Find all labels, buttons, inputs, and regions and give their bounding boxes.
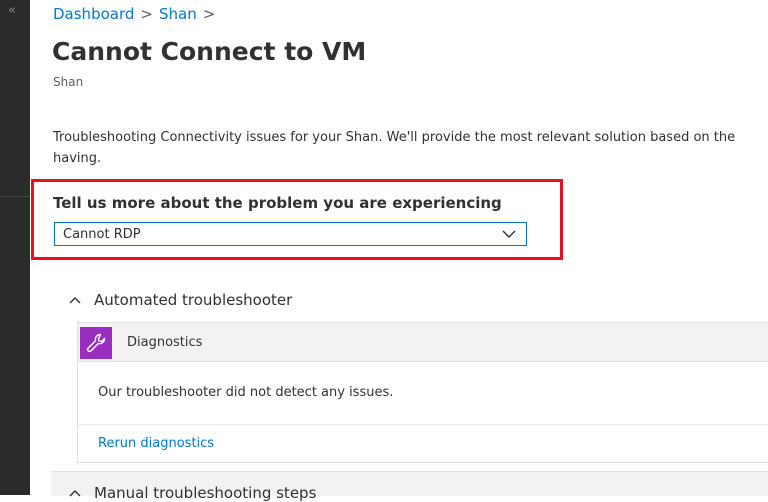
manual-troubleshooting-row: Manual troubleshooting steps xyxy=(68,484,316,502)
description-line: Troubleshooting Connectivity issues for … xyxy=(53,130,736,145)
description-line: having. xyxy=(53,151,102,166)
breadcrumb-dashboard-link[interactable]: Dashboard xyxy=(53,5,134,23)
breadcrumb-shan-link[interactable]: Shan xyxy=(159,5,197,23)
left-nav-bar: « xyxy=(0,0,30,495)
problem-dropdown[interactable]: Cannot RDP xyxy=(54,222,527,246)
diagnostics-title: Diagnostics xyxy=(127,335,203,350)
page-subtitle: Shan xyxy=(53,75,84,89)
chevron-down-icon xyxy=(502,230,516,238)
card-divider xyxy=(78,424,768,425)
diagnostics-card: Diagnostics Our troubleshooter did not d… xyxy=(77,322,768,463)
automated-troubleshooter-header[interactable]: Automated troubleshooter xyxy=(68,291,292,309)
diagnostics-message: Our troubleshooter did not detect any is… xyxy=(98,385,394,400)
highlight-box xyxy=(31,179,563,260)
diagnostics-card-header: Diagnostics xyxy=(78,323,768,362)
problem-label: Tell us more about the problem you are e… xyxy=(53,194,502,212)
page-description: Troubleshooting Connectivity issues for … xyxy=(53,127,735,169)
wrench-icon xyxy=(80,327,112,359)
problem-dropdown-value: Cannot RDP xyxy=(63,227,141,242)
page-title: Cannot Connect to VM xyxy=(52,37,367,66)
breadcrumb: Dashboard > Shan > xyxy=(53,5,221,23)
breadcrumb-separator: > xyxy=(202,5,216,23)
rerun-diagnostics-link[interactable]: Rerun diagnostics xyxy=(98,436,214,451)
breadcrumb-separator: > xyxy=(140,5,153,23)
collapse-sidebar-icon[interactable]: « xyxy=(8,3,16,18)
manual-troubleshooting-label: Manual troubleshooting steps xyxy=(94,484,317,502)
chevron-up-icon xyxy=(69,490,81,497)
manual-troubleshooting-header[interactable]: Manual troubleshooting steps xyxy=(51,471,768,502)
automated-troubleshooter-label: Automated troubleshooter xyxy=(94,291,293,309)
chevron-up-icon xyxy=(69,297,81,304)
nav-divider xyxy=(0,196,30,197)
